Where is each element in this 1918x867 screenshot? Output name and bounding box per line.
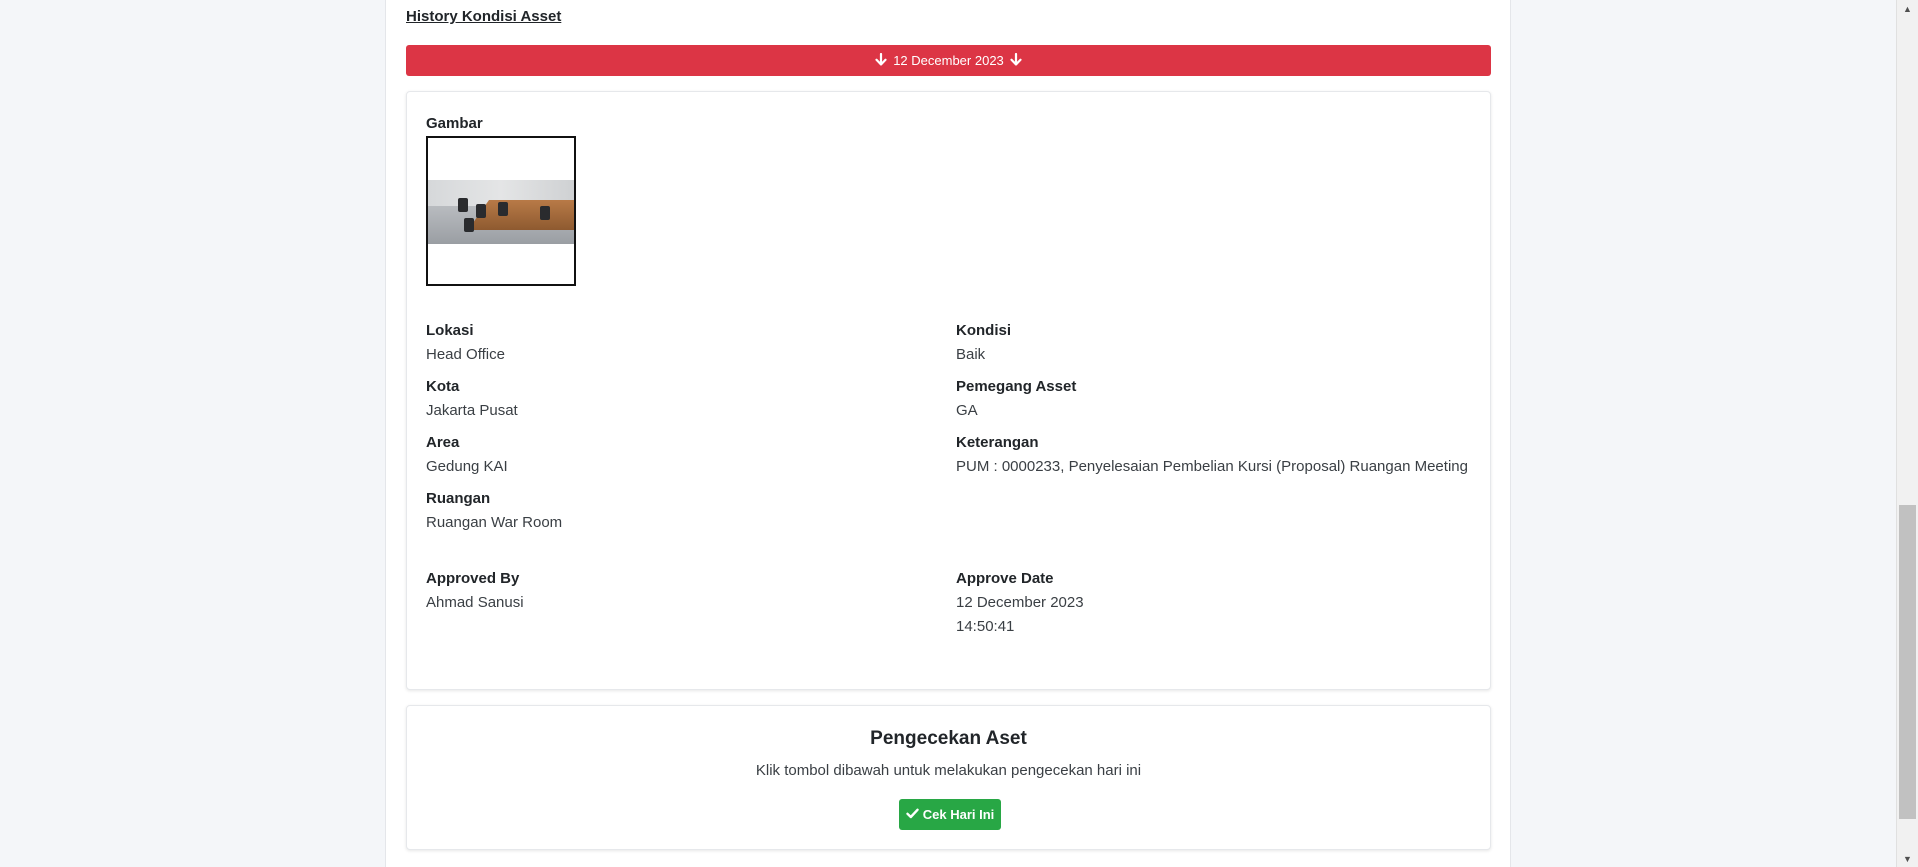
kondisi-value: Baik: [956, 346, 986, 363]
asset-condition-card: Gambar Lokasi Head Office Kota Jakarta P…: [406, 91, 1491, 690]
scrollbar-thumb[interactable]: [1899, 505, 1916, 819]
approve-date-label: Approve Date: [956, 570, 1054, 587]
asset-check-title: Pengecekan Aset: [870, 728, 1027, 749]
arrow-down-icon: [875, 52, 887, 68]
kondisi-label: Kondisi: [956, 322, 1011, 339]
history-kondisi-asset-link[interactable]: History Kondisi Asset: [406, 8, 561, 25]
scroll-up-icon[interactable]: ▲: [1899, 0, 1916, 17]
pemegang-asset-label: Pemegang Asset: [956, 378, 1077, 395]
lokasi-label: Lokasi: [426, 322, 474, 339]
ruangan-value: Ruangan War Room: [426, 514, 563, 531]
approve-time-value: 14:50:41: [956, 618, 1015, 635]
approved-by-value: Ahmad Sanusi: [426, 594, 524, 611]
pemegang-asset-value: GA: [956, 402, 978, 419]
history-date-toggle[interactable]: 12 December 2023: [406, 45, 1491, 76]
area-value: Gedung KAI: [426, 458, 508, 475]
approve-date-value: 12 December 2023: [956, 594, 1084, 611]
lokasi-value: Head Office: [426, 346, 505, 363]
kota-label: Kota: [426, 378, 460, 395]
area-label: Area: [426, 434, 460, 451]
content-panel: History Kondisi Asset 12 December 2023 G…: [385, 0, 1511, 867]
arrow-down-icon: [1010, 52, 1022, 68]
ruangan-label: Ruangan: [426, 490, 491, 507]
check-today-label: Cek Hari Ini: [922, 807, 995, 822]
asset-check-description: Klik tombol dibawah untuk melakukan peng…: [755, 762, 1142, 779]
meeting-room-image: [428, 180, 574, 244]
history-date-label: 12 December 2023: [893, 53, 1004, 68]
image-label: Gambar: [426, 115, 483, 132]
keterangan-label: Keterangan: [956, 434, 1039, 451]
asset-photo[interactable]: [426, 136, 576, 286]
asset-check-card: Pengecekan Aset Klik tombol dibawah untu…: [406, 705, 1491, 850]
scroll-down-icon[interactable]: ▼: [1899, 850, 1916, 867]
keterangan-value: PUM : 0000233, Penyelesaian Pembelian Ku…: [956, 458, 1468, 475]
page: History Kondisi Asset 12 December 2023 G…: [0, 0, 1918, 867]
approved-by-label: Approved By: [426, 570, 520, 587]
check-today-button[interactable]: Cek Hari Ini: [899, 799, 1001, 830]
kota-value: Jakarta Pusat: [426, 402, 518, 419]
check-icon: [906, 807, 919, 822]
